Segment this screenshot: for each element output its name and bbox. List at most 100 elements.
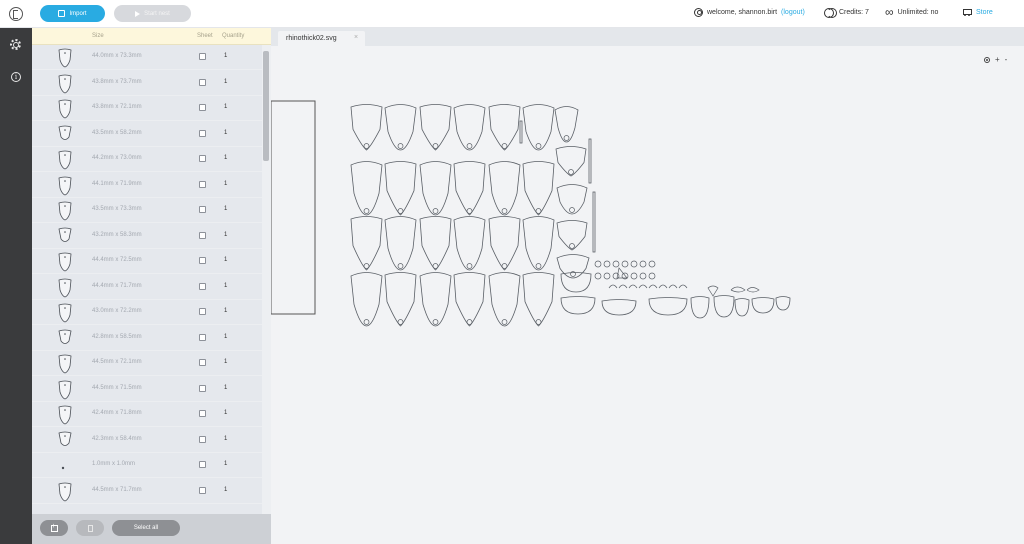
sheet-checkbox[interactable] bbox=[199, 53, 206, 60]
sheet-checkbox[interactable] bbox=[199, 78, 206, 86]
part-quantity[interactable]: 1 bbox=[224, 334, 227, 340]
part-quantity[interactable]: 1 bbox=[224, 104, 227, 110]
part-row[interactable]: 44.5mm x 71.5mm 1 bbox=[32, 377, 262, 402]
part-row[interactable]: 42.4mm x 71.8mm 1 bbox=[32, 402, 262, 427]
parts-scrollbar[interactable] bbox=[262, 45, 271, 535]
nested-part bbox=[466, 319, 473, 325]
nested-part bbox=[397, 263, 404, 269]
sheet-checkbox[interactable] bbox=[199, 435, 206, 443]
tab-label: rhinothick02.svg bbox=[286, 35, 337, 42]
nested-part bbox=[488, 161, 521, 216]
start-nest-button-label: Start nest bbox=[144, 10, 170, 17]
part-quantity[interactable]: 1 bbox=[224, 308, 227, 314]
part-quantity[interactable]: 1 bbox=[224, 53, 227, 59]
parts-panel: Size Sheet Quantity 44.0mm x 73.3mm 1 43.8… bbox=[32, 28, 271, 544]
nested-part bbox=[648, 284, 658, 289]
nested-part bbox=[594, 272, 602, 280]
nested-part bbox=[630, 260, 638, 268]
part-quantity[interactable]: 1 bbox=[224, 206, 227, 212]
sheet-checkbox[interactable] bbox=[199, 486, 206, 494]
sheet-checkbox[interactable] bbox=[199, 206, 206, 213]
part-size: 43.8mm x 73.7mm bbox=[92, 78, 142, 85]
sheet-checkbox[interactable] bbox=[199, 129, 206, 137]
sheet-checkbox[interactable] bbox=[199, 155, 206, 162]
part-size: 44.4mm x 71.7mm bbox=[92, 282, 142, 289]
logout-link[interactable]: (logout) bbox=[781, 9, 805, 16]
part-row[interactable]: 43.8mm x 72.1mm 1 bbox=[32, 96, 262, 121]
part-row[interactable]: 44.4mm x 72.5mm 1 bbox=[32, 249, 262, 274]
part-row[interactable]: 44.2mm x 73.0mm 1 bbox=[32, 147, 262, 172]
part-row[interactable]: 44.4mm x 71.7mm 1 bbox=[32, 275, 262, 300]
part-quantity[interactable]: 1 bbox=[224, 487, 227, 493]
part-size: 44.2mm x 73.0mm bbox=[92, 155, 142, 161]
infinity-icon: ∞ bbox=[885, 5, 894, 19]
part-quantity[interactable]: 1 bbox=[224, 130, 227, 136]
select-all-button[interactable]: Select all bbox=[112, 520, 180, 536]
part-quantity[interactable]: 1 bbox=[224, 232, 227, 238]
part-row[interactable]: 44.1mm x 71.9mm 1 bbox=[32, 173, 262, 198]
part-quantity[interactable]: 1 bbox=[224, 79, 227, 85]
nested-part bbox=[594, 260, 602, 268]
store-link[interactable]: Store bbox=[962, 8, 993, 16]
nested-part bbox=[397, 143, 404, 149]
nested-part bbox=[556, 254, 590, 279]
part-row[interactable]: 43.8mm x 73.7mm 1 bbox=[32, 71, 262, 96]
part-row[interactable]: 1.0mm x 1.0mm 1 bbox=[32, 453, 262, 478]
sheet-checkbox[interactable] bbox=[199, 461, 206, 468]
nested-part bbox=[612, 260, 620, 268]
sheet-checkbox[interactable] bbox=[199, 231, 206, 239]
import-button[interactable]: Import bbox=[40, 5, 105, 22]
sheet-checkbox[interactable] bbox=[199, 257, 206, 264]
part-quantity[interactable]: 1 bbox=[224, 283, 227, 289]
sheet-checkbox[interactable] bbox=[199, 410, 206, 417]
sheet-checkbox[interactable] bbox=[199, 359, 206, 366]
add-part-button[interactable] bbox=[40, 520, 68, 536]
part-quantity[interactable]: 1 bbox=[224, 155, 227, 161]
sheet-checkbox[interactable] bbox=[199, 180, 206, 188]
top-bar: Import Start nest welcome, shannon.birt … bbox=[0, 0, 1024, 28]
part-row[interactable]: 42.8mm x 58.5mm 1 bbox=[32, 326, 262, 351]
part-row[interactable]: 44.0mm x 73.3mm 1 bbox=[32, 45, 262, 70]
nested-part bbox=[713, 295, 735, 318]
part-row[interactable]: 43.2mm x 58.3mm 1 bbox=[32, 224, 262, 249]
info-icon[interactable]: i bbox=[11, 72, 21, 82]
part-row[interactable]: 44.5mm x 71.7mm 1 bbox=[32, 479, 262, 504]
scrollbar-thumb[interactable] bbox=[263, 51, 269, 161]
part-row[interactable]: 43.5mm x 58.2mm 1 bbox=[32, 122, 262, 147]
part-quantity[interactable]: 1 bbox=[224, 257, 227, 263]
tab-rhinothick02[interactable]: rhinothick02.svg × bbox=[278, 31, 365, 46]
nested-part bbox=[668, 284, 678, 289]
sheet-checkbox[interactable] bbox=[199, 308, 206, 315]
sheet-checkbox[interactable] bbox=[199, 104, 206, 111]
part-size: 44.1mm x 71.9mm bbox=[92, 180, 142, 187]
part-quantity[interactable]: 1 bbox=[224, 359, 227, 365]
part-row[interactable]: 42.3mm x 58.4mm 1 bbox=[32, 428, 262, 453]
sheet-checkbox[interactable] bbox=[199, 282, 206, 290]
sheet-checkbox[interactable] bbox=[199, 384, 206, 392]
nested-part bbox=[363, 319, 370, 325]
sheet-checkbox[interactable] bbox=[199, 333, 206, 341]
left-sidebar: i bbox=[0, 28, 32, 544]
part-quantity[interactable]: 1 bbox=[224, 436, 227, 442]
part-thumbnail bbox=[58, 303, 72, 323]
close-icon[interactable]: × bbox=[354, 34, 358, 41]
delete-part-button[interactable] bbox=[76, 520, 104, 536]
start-nest-button[interactable]: Start nest bbox=[114, 5, 191, 22]
part-row[interactable]: 43.0mm x 72.2mm 1 bbox=[32, 300, 262, 325]
nested-part bbox=[350, 272, 383, 327]
part-quantity[interactable]: 1 bbox=[224, 461, 227, 467]
part-row[interactable]: 43.5mm x 73.3mm 1 bbox=[32, 198, 262, 223]
app-logo-icon[interactable] bbox=[9, 7, 23, 21]
sheet-boundary bbox=[271, 100, 316, 315]
nested-part bbox=[775, 296, 791, 311]
part-quantity[interactable]: 1 bbox=[224, 410, 227, 416]
nested-part bbox=[488, 216, 521, 271]
part-quantity[interactable]: 1 bbox=[224, 385, 227, 391]
sheet-canvas[interactable] bbox=[271, 46, 1024, 544]
part-thumbnail bbox=[58, 227, 72, 242]
part-row[interactable]: 44.5mm x 72.1mm 1 bbox=[32, 351, 262, 376]
nested-part bbox=[556, 220, 588, 251]
part-quantity[interactable]: 1 bbox=[224, 181, 227, 187]
part-size: 44.4mm x 72.5mm bbox=[92, 257, 142, 263]
gear-icon[interactable] bbox=[10, 39, 21, 50]
